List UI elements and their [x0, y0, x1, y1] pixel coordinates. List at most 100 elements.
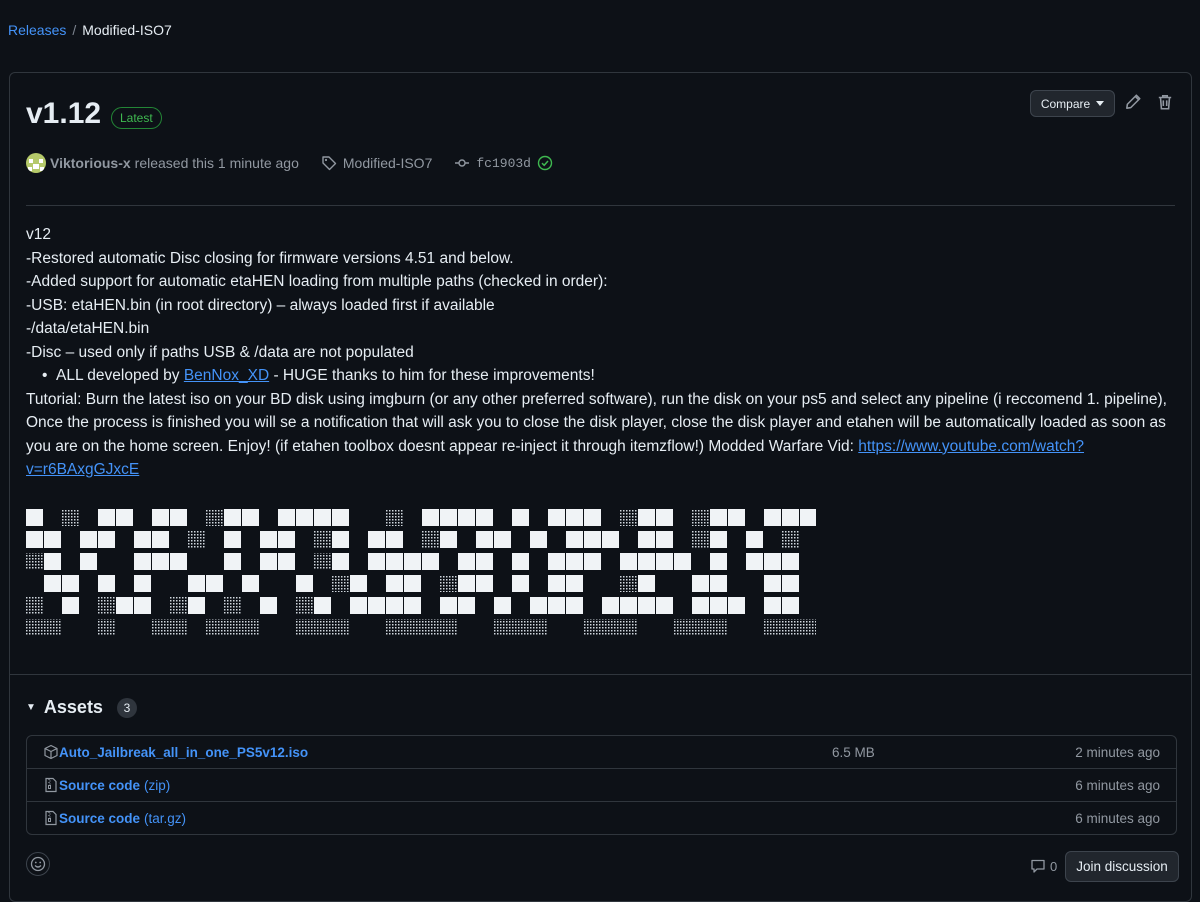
ascii-block	[260, 531, 277, 548]
ascii-block	[152, 619, 169, 636]
ascii-block	[494, 597, 511, 614]
ascii-block	[44, 619, 61, 636]
ascii-block	[710, 553, 727, 570]
ascii-block	[584, 531, 601, 548]
avatar[interactable]	[26, 153, 46, 173]
asset-row: Source code (tar.gz) 6 minutes ago	[27, 801, 1176, 834]
ascii-block	[548, 553, 565, 570]
add-reaction-button[interactable]	[26, 852, 50, 876]
check-circle-icon	[537, 155, 553, 171]
ascii-block	[260, 553, 277, 570]
ascii-block	[710, 531, 727, 548]
ascii-block	[332, 531, 349, 548]
ascii-block	[782, 553, 799, 570]
ascii-block	[422, 531, 439, 548]
bullet-suffix: - HUGE thanks to him for these improveme…	[269, 367, 595, 384]
ascii-block	[638, 509, 655, 526]
ascii-block	[314, 553, 331, 570]
ascii-block	[566, 531, 583, 548]
ascii-block	[152, 509, 169, 526]
breadcrumb-releases-link[interactable]: Releases	[8, 22, 66, 38]
asset-link[interactable]: Source code (tar.gz)	[59, 811, 186, 826]
author-link[interactable]: Viktorious-x	[50, 155, 131, 171]
ascii-block	[26, 597, 43, 614]
ascii-block	[188, 575, 205, 592]
ascii-block	[476, 553, 493, 570]
ascii-block	[44, 531, 61, 548]
ascii-block	[26, 531, 43, 548]
ascii-block	[224, 553, 241, 570]
ascii-block	[602, 597, 619, 614]
ascii-block	[224, 597, 241, 614]
ascii-block	[620, 597, 637, 614]
breadcrumb: Releases / Modified-ISO7	[8, 22, 172, 38]
ascii-block	[242, 575, 259, 592]
ascii-block	[116, 597, 133, 614]
ascii-block	[746, 553, 763, 570]
compare-label: Compare	[1040, 96, 1091, 111]
comment-count[interactable]: 0	[1030, 858, 1057, 874]
compare-button[interactable]: Compare	[1030, 90, 1115, 117]
triangle-down-icon: ▼	[26, 702, 36, 713]
ascii-block	[422, 619, 439, 636]
ascii-block	[728, 597, 745, 614]
bennox-link[interactable]: BenNox_XD	[184, 367, 269, 384]
note-line: -Restored automatic Disc closing for fir…	[26, 249, 514, 267]
ascii-block	[206, 619, 223, 636]
ascii-block	[548, 509, 565, 526]
ascii-block	[458, 509, 475, 526]
ascii-block	[80, 531, 97, 548]
ascii-block	[350, 597, 367, 614]
trash-icon[interactable]	[1156, 93, 1174, 111]
ascii-block	[368, 553, 385, 570]
ascii-block	[656, 531, 673, 548]
ascii-block	[440, 619, 457, 636]
asset-link[interactable]: Auto_Jailbreak_all_in_one_PS5v12.iso	[59, 745, 308, 760]
ascii-block	[26, 619, 43, 636]
ascii-block	[368, 597, 385, 614]
ascii-block	[620, 619, 637, 636]
ascii-block	[332, 509, 349, 526]
ascii-block	[440, 597, 457, 614]
credits-bullet: ALL developed by BenNox_XD - HUGE thanks…	[26, 364, 1176, 388]
release-notes: v12 -Restored automatic Disc closing for…	[26, 223, 1176, 482]
join-discussion-button[interactable]: Join discussion	[1065, 851, 1179, 882]
ascii-block	[476, 575, 493, 592]
ascii-block	[746, 531, 763, 548]
tag-icon	[322, 156, 337, 171]
ascii-block	[710, 575, 727, 592]
ascii-block	[206, 509, 223, 526]
ascii-block	[98, 619, 115, 636]
ascii-block	[440, 575, 457, 592]
ascii-block	[404, 575, 421, 592]
commit-link[interactable]: fc1903d	[454, 155, 553, 171]
ascii-block	[98, 575, 115, 592]
ascii-block	[548, 597, 565, 614]
ascii-block	[656, 553, 673, 570]
latest-badge: Latest	[111, 107, 162, 129]
ascii-block	[206, 575, 223, 592]
git-commit-icon	[455, 159, 470, 167]
ascii-block	[566, 553, 583, 570]
ascii-block	[278, 553, 295, 570]
ascii-block	[512, 619, 529, 636]
ascii-block	[296, 619, 313, 636]
asset-row: Source code (zip) 6 minutes ago	[27, 768, 1176, 801]
assets-toggle[interactable]: ▼ Assets 3	[26, 697, 137, 718]
pencil-icon[interactable]	[1124, 93, 1142, 111]
tag-link[interactable]: Modified-ISO7	[321, 155, 432, 171]
caret-down-icon	[1096, 101, 1105, 106]
ascii-block	[152, 531, 169, 548]
ascii-block	[386, 553, 403, 570]
file-zip-icon	[45, 810, 57, 826]
ascii-block	[782, 597, 799, 614]
ascii-block	[62, 509, 79, 526]
ascii-block	[530, 531, 547, 548]
ascii-block	[530, 619, 547, 636]
ascii-block	[782, 619, 799, 636]
ascii-block	[314, 619, 331, 636]
ascii-block	[314, 531, 331, 548]
ascii-block	[710, 509, 727, 526]
ascii-block	[332, 619, 349, 636]
asset-link[interactable]: Source code (zip)	[59, 778, 170, 793]
